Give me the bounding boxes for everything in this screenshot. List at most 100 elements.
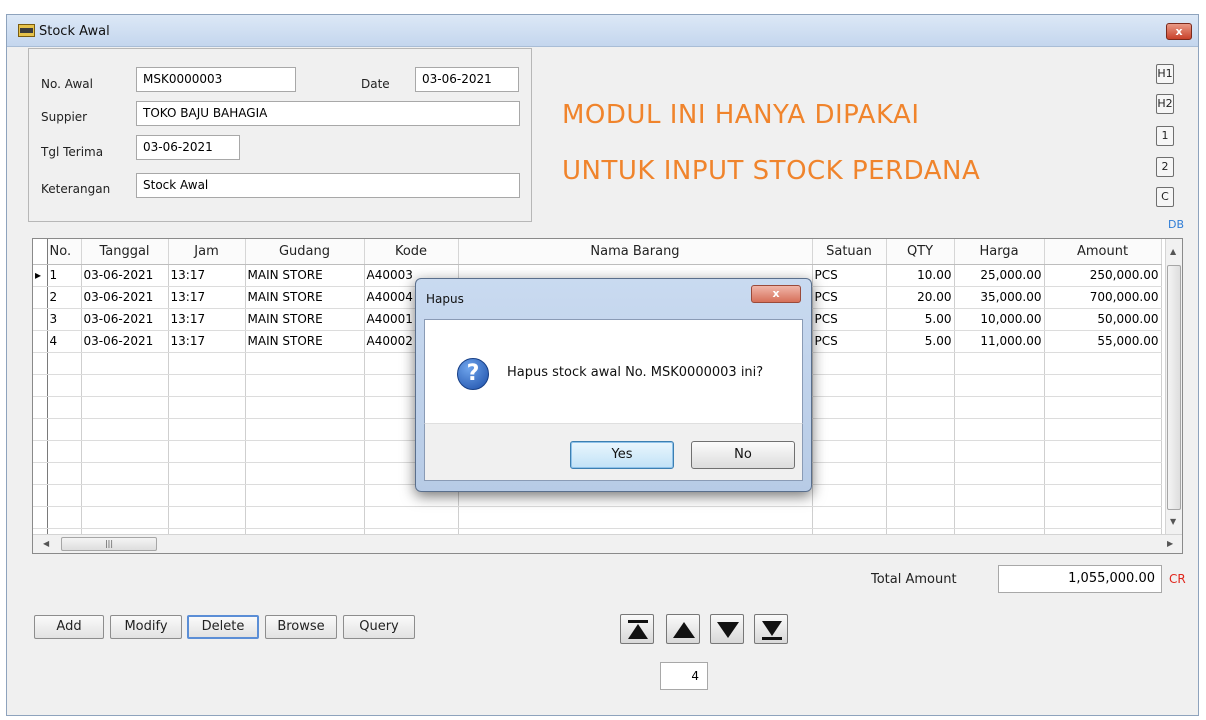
total-amount-field: 1,055,000.00	[998, 565, 1162, 593]
last-record-icon	[762, 621, 782, 640]
cell-satuan[interactable]: PCS	[812, 264, 887, 287]
cell-harga[interactable]: 11,000.00	[954, 330, 1045, 353]
keterangan-label: Keterangan	[41, 182, 111, 196]
cell-satuan[interactable]: PCS	[812, 308, 887, 331]
cell-gudang[interactable]: MAIN STORE	[245, 330, 365, 353]
empty-row[interactable]	[33, 506, 1162, 529]
last-record-button[interactable]	[754, 614, 788, 644]
cell-amount[interactable]: 700,000.00	[1044, 286, 1162, 309]
browse-button[interactable]: Browse	[265, 615, 337, 639]
cell-qty[interactable]: 10.00	[886, 264, 955, 287]
cell-satuan[interactable]: PCS	[812, 286, 887, 309]
col-header-qty[interactable]: QTY	[886, 239, 955, 265]
cell-no[interactable]: 3	[47, 308, 82, 331]
previous-record-button[interactable]	[666, 614, 700, 644]
cell-jam[interactable]: 13:17	[168, 286, 246, 309]
tgl-terima-field[interactable]: 03-06-2021	[136, 135, 240, 160]
title-bar: Stock Awal x	[7, 15, 1198, 47]
cell-no[interactable]: 1	[47, 264, 82, 287]
cell-tanggal[interactable]: 03-06-2021	[81, 264, 169, 287]
record-number-field: 4	[660, 662, 708, 690]
cell-jam[interactable]: 13:17	[168, 330, 246, 353]
question-icon: ?	[457, 358, 489, 390]
cell-qty[interactable]: 20.00	[886, 286, 955, 309]
grid-header-row: No. Tanggal Jam Gudang Kode Nama Barang …	[33, 239, 1162, 265]
cell-jam[interactable]: 13:17	[168, 308, 246, 331]
first-record-button[interactable]	[620, 614, 654, 644]
col-header-satuan[interactable]: Satuan	[812, 239, 887, 265]
scroll-left-icon[interactable]: ◀	[43, 539, 49, 548]
query-button[interactable]: Query	[343, 615, 415, 639]
side-button-1[interactable]: 1	[1156, 126, 1174, 146]
window-close-button[interactable]: x	[1166, 23, 1192, 40]
cell-satuan[interactable]: PCS	[812, 330, 887, 353]
col-header-jam[interactable]: Jam	[168, 239, 246, 265]
cell-harga[interactable]: 35,000.00	[954, 286, 1045, 309]
no-awal-field[interactable]: MSK0000003	[136, 67, 296, 92]
cell-no[interactable]: 2	[47, 286, 82, 309]
supplier-field[interactable]: TOKO BAJU BAHAGIA	[136, 101, 520, 126]
cell-tanggal[interactable]: 03-06-2021	[81, 308, 169, 331]
col-header-nama-barang[interactable]: Nama Barang	[458, 239, 813, 265]
cell-tanggal[interactable]: 03-06-2021	[81, 286, 169, 309]
col-header-kode[interactable]: Kode	[364, 239, 459, 265]
cell-gudang[interactable]: MAIN STORE	[245, 264, 365, 287]
supplier-label: Suppier	[41, 110, 88, 124]
window-title: Stock Awal	[39, 24, 110, 39]
next-record-button[interactable]	[710, 614, 744, 644]
side-button-2[interactable]: 2	[1156, 157, 1174, 177]
scroll-up-icon[interactable]: ▲	[1170, 247, 1176, 256]
scroll-down-icon[interactable]: ▼	[1170, 517, 1176, 526]
vertical-scroll-thumb[interactable]	[1167, 265, 1181, 510]
col-header-no[interactable]: No.	[47, 239, 82, 265]
no-button[interactable]: No	[691, 441, 795, 469]
cell-gudang[interactable]: MAIN STORE	[245, 286, 365, 309]
header-form: No. Awal MSK0000003 Date 03-06-2021 Supp…	[28, 48, 532, 222]
cell-amount[interactable]: 50,000.00	[1044, 308, 1162, 331]
horizontal-scrollbar[interactable]: ◀ ||| ▶	[33, 534, 1182, 553]
add-button[interactable]: Add	[34, 615, 104, 639]
cell-gudang[interactable]: MAIN STORE	[245, 308, 365, 331]
notice-line-2: UNTUK INPUT STOCK PERDANA	[562, 156, 981, 186]
modify-button[interactable]: Modify	[110, 615, 182, 639]
col-header-tanggal[interactable]: Tanggal	[81, 239, 169, 265]
tgl-terima-label: Tgl Terima	[41, 145, 104, 159]
cell-amount[interactable]: 250,000.00	[1044, 264, 1162, 287]
side-button-h2[interactable]: H2	[1156, 94, 1174, 114]
dialog-message: Hapus stock awal No. MSK0000003 ini?	[507, 365, 764, 380]
delete-button[interactable]: Delete	[187, 615, 259, 639]
cell-tanggal[interactable]: 03-06-2021	[81, 330, 169, 353]
folder-icon	[18, 24, 35, 37]
date-label: Date	[361, 77, 390, 91]
col-header-harga[interactable]: Harga	[954, 239, 1045, 265]
first-record-icon	[628, 620, 648, 639]
keterangan-field[interactable]: Stock Awal	[136, 173, 520, 198]
cell-qty[interactable]: 5.00	[886, 308, 955, 331]
cell-amount[interactable]: 55,000.00	[1044, 330, 1162, 353]
dialog-close-button[interactable]: x	[751, 285, 801, 303]
confirm-delete-dialog: Hapus x ? Hapus stock awal No. MSK000000…	[415, 278, 812, 492]
scroll-right-icon[interactable]: ▶	[1167, 539, 1173, 548]
dialog-title: Hapus	[426, 292, 464, 306]
db-label: DB	[1168, 218, 1185, 231]
row-selector	[33, 308, 48, 331]
current-row-indicator: ▸	[33, 264, 48, 287]
col-header-amount[interactable]: Amount	[1044, 239, 1162, 265]
date-field[interactable]: 03-06-2021	[415, 67, 519, 92]
horizontal-scroll-thumb[interactable]: |||	[61, 537, 157, 551]
cell-no[interactable]: 4	[47, 330, 82, 353]
side-button-c[interactable]: C	[1156, 187, 1174, 207]
vertical-scrollbar[interactable]: ▲ ▼	[1165, 239, 1182, 535]
cell-harga[interactable]: 10,000.00	[954, 308, 1045, 331]
total-amount-label: Total Amount	[871, 572, 957, 587]
col-header-gudang[interactable]: Gudang	[245, 239, 365, 265]
row-selector	[33, 330, 48, 353]
cell-qty[interactable]: 5.00	[886, 330, 955, 353]
cell-harga[interactable]: 25,000.00	[954, 264, 1045, 287]
dialog-body: ? Hapus stock awal No. MSK0000003 ini?	[424, 319, 803, 423]
previous-record-icon	[673, 622, 695, 638]
side-button-h1[interactable]: H1	[1156, 64, 1174, 84]
yes-button[interactable]: Yes	[570, 441, 674, 469]
row-selector-header	[33, 239, 48, 265]
cell-jam[interactable]: 13:17	[168, 264, 246, 287]
